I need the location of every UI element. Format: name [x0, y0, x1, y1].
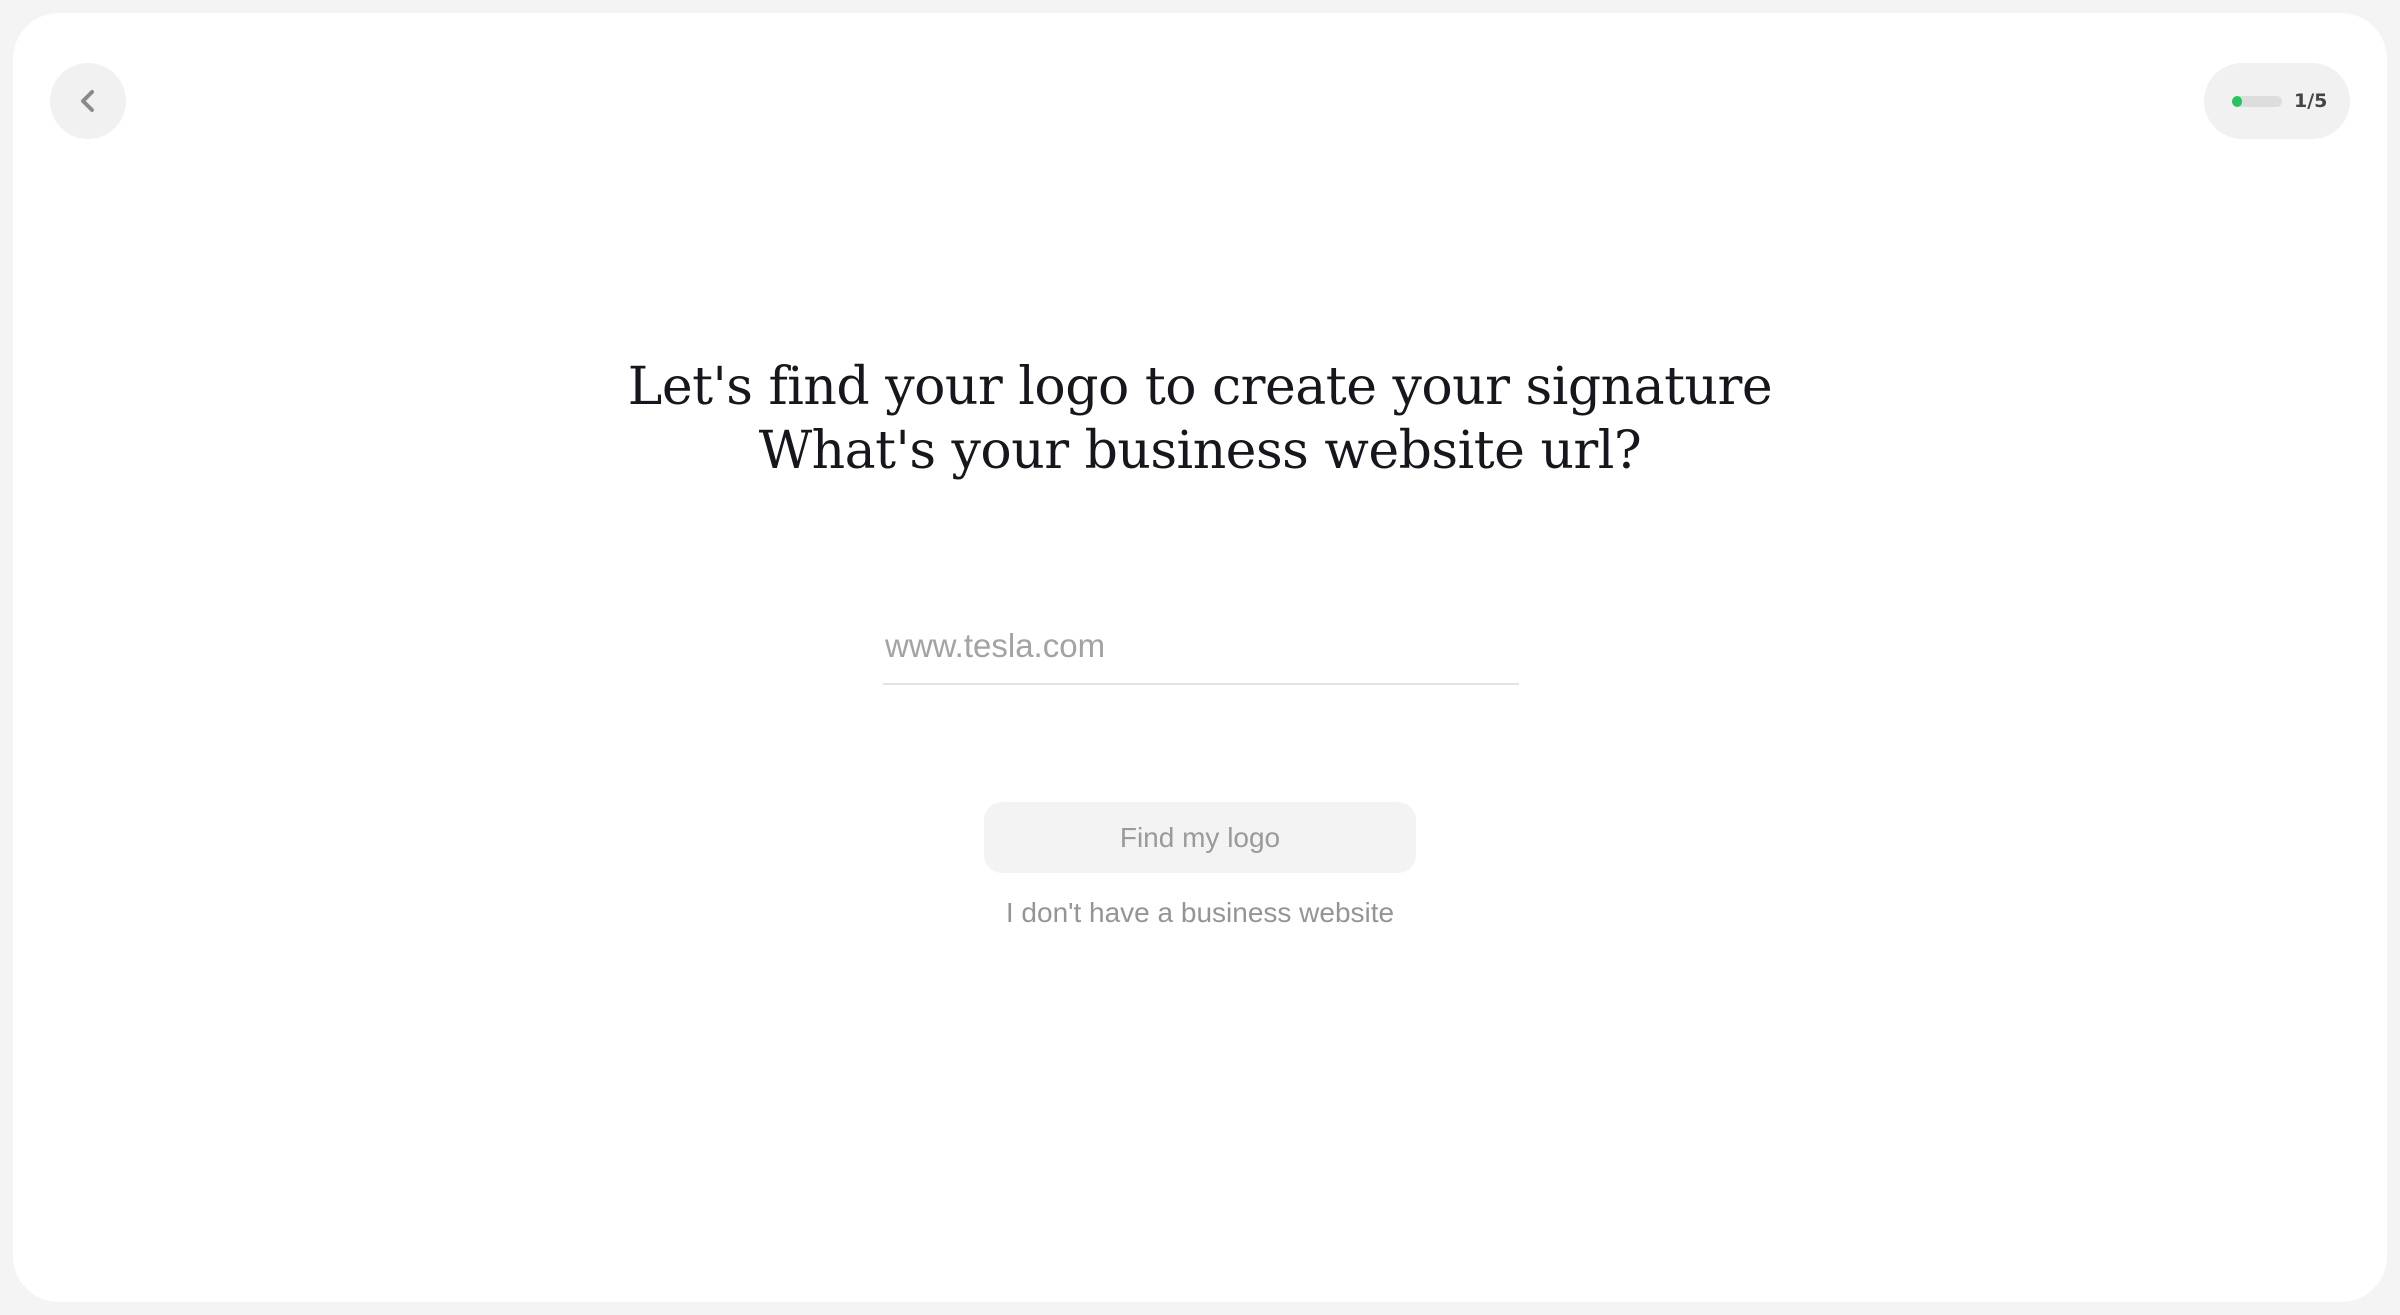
onboarding-card: 1/5 Let's find your logo to create your …: [13, 13, 2387, 1302]
step-progress-indicator: 1/5: [2204, 63, 2350, 139]
find-my-logo-button[interactable]: Find my logo: [984, 802, 1416, 873]
website-url-input[interactable]: [883, 609, 1519, 685]
page-title-line-1: Let's find your logo to create your sign…: [627, 357, 1773, 417]
page-title-line-2: What's your business website url?: [758, 421, 1642, 481]
progress-bar: [2232, 95, 2282, 107]
back-button[interactable]: [50, 63, 126, 139]
chevron-left-icon: [81, 90, 94, 112]
progress-step-label: 1/5: [2294, 90, 2328, 112]
no-business-website-link[interactable]: I don't have a business website: [13, 897, 2387, 929]
progress-bar-fill: [2232, 95, 2242, 107]
page-title: Let's find your logo to create your sign…: [13, 355, 2387, 483]
